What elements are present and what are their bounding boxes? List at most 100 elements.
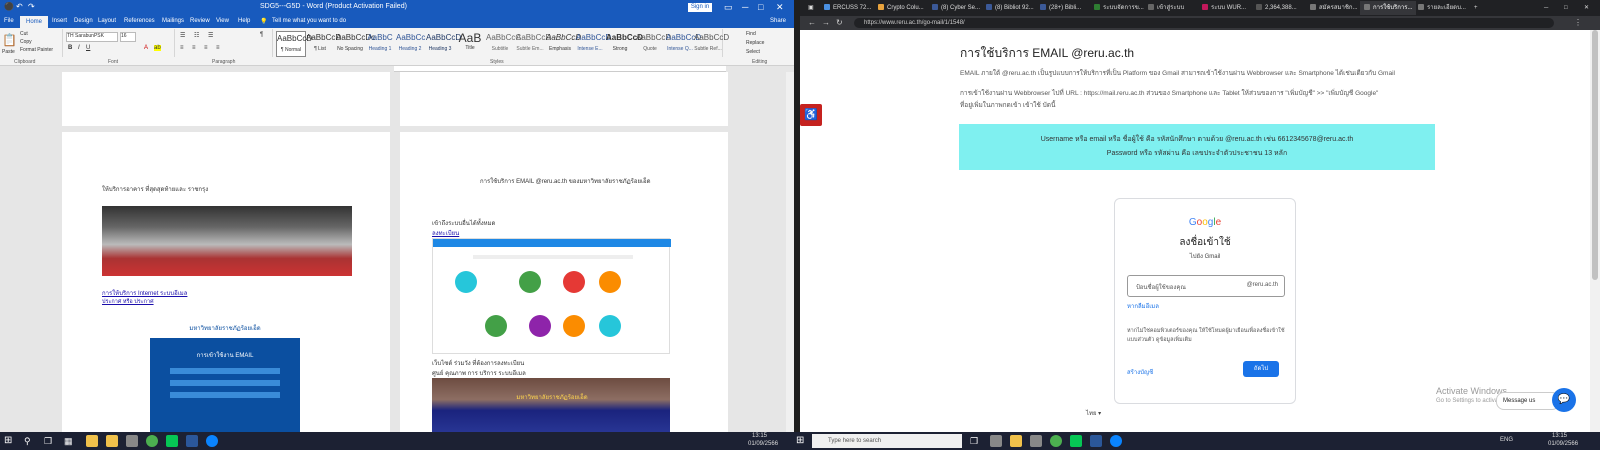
forgot-email-link[interactable]: หากลืมอีเมล: [1127, 301, 1159, 311]
chrome-icon[interactable]: [146, 435, 158, 447]
browser-tab-1[interactable]: ERCUSS 72...: [820, 1, 876, 15]
replace-button[interactable]: Replace: [746, 40, 764, 46]
task-view-icon-right[interactable]: ❐: [970, 435, 982, 447]
browser-tab-10[interactable]: สมัครสมาชิก...: [1306, 1, 1362, 15]
tab-insert[interactable]: Insert: [52, 18, 67, 24]
mail-icon-right[interactable]: [1030, 435, 1042, 447]
line-icon-right[interactable]: [1070, 435, 1082, 447]
paste-label[interactable]: Paste: [2, 49, 15, 55]
search-icon[interactable]: ⚲: [24, 435, 36, 447]
multilevel-icon[interactable]: ☰: [208, 32, 213, 39]
mail-icon[interactable]: [126, 435, 138, 447]
message-us-button[interactable]: Message us: [1496, 392, 1560, 410]
underline-button[interactable]: U: [86, 45, 90, 51]
accessibility-icon[interactable]: ♿: [800, 104, 822, 126]
browser-tab-9[interactable]: 2,364,388...: [1252, 1, 1308, 15]
tab-design[interactable]: Design: [74, 18, 93, 24]
file-explorer-icon-right[interactable]: [1010, 435, 1022, 447]
new-tab-icon[interactable]: +: [1470, 1, 1486, 15]
browser-scrollbar[interactable]: [1590, 30, 1600, 432]
align-left-icon[interactable]: ≡: [180, 45, 184, 51]
bold-button[interactable]: B: [68, 45, 72, 51]
autosave-icon[interactable]: ⚫: [4, 2, 14, 11]
start-icon-right[interactable]: ⊞: [796, 435, 808, 447]
style-no-spacing[interactable]: AaBbCcDc No Spacing: [336, 31, 375, 55]
line-icon[interactable]: [166, 435, 178, 447]
browser-tab-7[interactable]: เข้าสู่ระบบ: [1144, 1, 1200, 15]
username-input[interactable]: ป้อนชื่อผู้ใช้ของคุณ @reru.ac.th: [1127, 275, 1285, 297]
task-view-icon[interactable]: ❐: [44, 435, 56, 447]
minimize-icon[interactable]: ─: [742, 2, 748, 12]
style-normal[interactable]: AaBbCcD ¶ Normal: [276, 31, 312, 57]
browser-tab-12[interactable]: รายละเอียดบ...: [1414, 1, 1470, 15]
style-intense-quote[interactable]: AaBbCcD Intense Q...: [666, 31, 701, 55]
browser-tab-2[interactable]: Crypto Colu...: [874, 1, 930, 15]
style-heading-2[interactable]: AaBbCc Heading 2: [396, 31, 425, 55]
style-heading-1[interactable]: AaBbC Heading 1: [366, 31, 394, 55]
browser-tab-11-active[interactable]: การใช้บริการ...: [1360, 1, 1416, 15]
style-subtle-reference[interactable]: AaBbCcD Subtle Ref...: [694, 31, 729, 55]
style-subtle-emphasis[interactable]: AaBbCcD Subtle Em...: [516, 31, 551, 55]
share-button[interactable]: Share: [770, 18, 786, 24]
file-explorer-icon[interactable]: [86, 435, 98, 447]
maximize-icon[interactable]: □: [758, 2, 763, 12]
browser-scrollbar-thumb[interactable]: [1592, 30, 1598, 280]
font-name-select[interactable]: TH SarabunPSK: [66, 32, 118, 42]
browser-tab-5[interactable]: (28+) Bibli...: [1036, 1, 1092, 15]
language-indicator[interactable]: ENG: [1500, 437, 1513, 443]
reload-icon[interactable]: ↻: [836, 18, 843, 27]
browser-tab-8[interactable]: ระบบ WUR...: [1198, 1, 1254, 15]
left-link-tail[interactable]: ประกาศ หรือ ประกาศ: [102, 298, 352, 314]
browser-menu-icon[interactable]: ⋮: [1574, 18, 1582, 27]
show-marks-icon[interactable]: ¶: [260, 32, 263, 38]
browser-tab-6[interactable]: ระบบจัดการข...: [1090, 1, 1146, 15]
redo-icon[interactable]: ↷: [28, 2, 35, 11]
start-icon[interactable]: ⊞: [4, 435, 16, 447]
browser-close-icon[interactable]: ✕: [1580, 1, 1598, 15]
folder-icon[interactable]: [106, 435, 118, 447]
align-center-icon[interactable]: ≡: [192, 45, 196, 51]
tab-view[interactable]: View: [216, 18, 229, 24]
ribbon-display-icon[interactable]: ▭: [724, 2, 733, 13]
find-button[interactable]: Find: [746, 31, 756, 37]
language-select[interactable]: ไทย ▾: [1086, 408, 1101, 418]
word-icon[interactable]: [186, 435, 198, 447]
widgets-icon[interactable]: ▦: [64, 435, 76, 447]
chat-bubble-icon[interactable]: 💬: [1552, 388, 1576, 412]
tab-review[interactable]: Review: [190, 18, 210, 24]
undo-icon[interactable]: ↶: [16, 2, 23, 11]
numbering-icon[interactable]: ☷: [194, 32, 199, 39]
forward-icon[interactable]: →: [822, 18, 830, 27]
browser-minimize-icon[interactable]: ─: [1540, 1, 1558, 15]
select-button[interactable]: Select: [746, 49, 760, 55]
tab-references[interactable]: References: [124, 18, 155, 24]
browser-tab-4[interactable]: (8) Bibliot 92...: [982, 1, 1038, 15]
font-color-icon[interactable]: A: [144, 45, 148, 51]
close-icon[interactable]: ✕: [776, 2, 784, 13]
justify-icon[interactable]: ≡: [216, 45, 220, 51]
paste-icon[interactable]: 📋: [2, 33, 17, 47]
highlight-icon[interactable]: ab: [154, 45, 161, 51]
tab-help[interactable]: Help: [238, 18, 250, 24]
style-strong[interactable]: AaBbCcD Strong: [606, 31, 643, 55]
copy-button[interactable]: Copy: [20, 39, 32, 45]
style-subtitle[interactable]: AaBbCcC Subtitle: [486, 31, 521, 55]
right-link[interactable]: ลงทะเบียน: [432, 228, 459, 238]
tell-me-search[interactable]: Tell me what you want to do: [272, 18, 346, 24]
tab-file[interactable]: File: [4, 18, 14, 24]
browser-tab-3[interactable]: (8) Cyber Se...: [928, 1, 984, 15]
app-icon-1[interactable]: [990, 435, 1002, 447]
style-emphasis[interactable]: AaBbCcD Emphasis: [546, 31, 581, 55]
left-link-text[interactable]: การให้บริการ Internet ระบบอีเมล: [102, 288, 187, 298]
style-heading-3[interactable]: AaBbCcD Heading 3: [426, 31, 461, 55]
italic-button[interactable]: I: [78, 45, 80, 51]
next-button[interactable]: ถัดไป: [1243, 361, 1279, 377]
back-icon[interactable]: ←: [808, 18, 816, 27]
tab-mailings[interactable]: Mailings: [162, 18, 184, 24]
format-painter-button[interactable]: Format Painter: [20, 47, 53, 53]
style-list[interactable]: AaBbCcD ¶ List: [306, 31, 341, 55]
sign-in-button[interactable]: Sign in: [688, 3, 712, 12]
chrome-icon-right[interactable]: [1050, 435, 1062, 447]
style-intense-emphasis[interactable]: AaBbCcD Intense E...: [576, 31, 611, 55]
edge-icon[interactable]: [206, 435, 218, 447]
